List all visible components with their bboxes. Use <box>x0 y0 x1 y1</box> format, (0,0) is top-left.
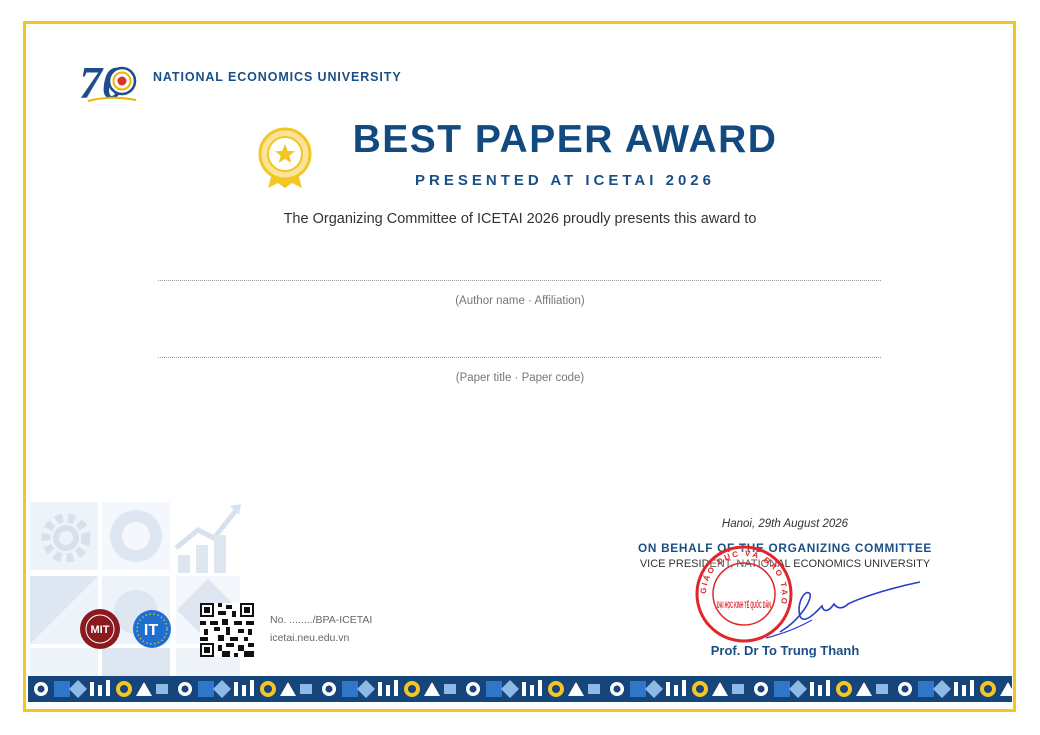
signature <box>765 581 921 639</box>
award-subtitle: PRESENTED AT ICETAI 2026 <box>415 172 715 189</box>
author-hint: (Author name · Affiliation) <box>455 295 585 307</box>
presentation-text: The Organizing Committee of ICETAI 2026 … <box>283 211 757 227</box>
signatory-name: Prof. Dr To Trung Thanh <box>710 643 860 658</box>
partner-logo-it: IT <box>133 610 171 648</box>
signature-date: Hanoi, 29th August 2026 <box>721 518 849 530</box>
decorative-band <box>28 676 1012 702</box>
website-link[interactable]: icetai.neu.edu.vn <box>270 632 349 644</box>
qr-code[interactable] <box>200 603 254 657</box>
university-logo: 70 <box>79 57 137 105</box>
paper-line <box>158 357 881 358</box>
award-title: BEST PAPER AWARD <box>352 118 778 161</box>
svg-text:IT: IT <box>144 622 158 639</box>
university-name: NATIONAL ECONOMICS UNIVERSITY <box>153 70 402 84</box>
author-line <box>158 280 881 281</box>
paper-hint: (Paper title · Paper code) <box>455 372 585 384</box>
certificate-number: No. ......../BPA-ICETAI <box>270 614 373 626</box>
svg-text:MIT: MIT <box>91 624 110 636</box>
partner-logo-mit: MIT <box>80 609 120 649</box>
